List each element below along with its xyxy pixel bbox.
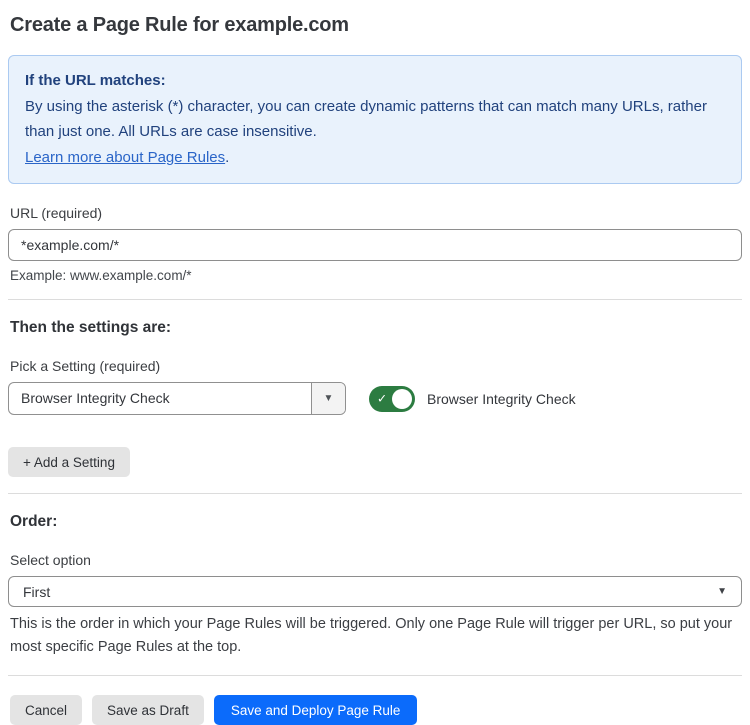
page-title: Create a Page Rule for example.com <box>10 14 740 37</box>
url-field-helper: Example: www.example.com/* <box>10 268 740 283</box>
add-setting-button[interactable]: + Add a Setting <box>8 447 130 477</box>
learn-more-link[interactable]: Learn more about Page Rules <box>25 149 225 166</box>
save-draft-button[interactable]: Save as Draft <box>92 695 204 725</box>
toggle-label: Browser Integrity Check <box>427 391 576 407</box>
info-box-heading: If the URL matches: <box>25 68 725 94</box>
browser-integrity-toggle[interactable]: ✓ <box>369 386 415 412</box>
order-section-heading: Order: <box>10 513 740 531</box>
chevron-down-icon: ▼ <box>717 586 727 597</box>
url-input[interactable] <box>8 229 742 261</box>
info-box-body: By using the asterisk (*) character, you… <box>25 94 725 145</box>
order-select-value: First <box>23 584 50 600</box>
order-helper-text: This is the order in which your Page Rul… <box>10 613 740 659</box>
setting-row: Browser Integrity Check ▼ ✓ Browser Inte… <box>8 382 742 415</box>
link-suffix: . <box>225 149 229 166</box>
check-icon: ✓ <box>377 392 387 404</box>
divider <box>8 299 742 300</box>
cancel-button[interactable]: Cancel <box>10 695 82 725</box>
setting-select-value: Browser Integrity Check <box>9 383 311 414</box>
url-field-label: URL (required) <box>10 205 740 221</box>
setting-select[interactable]: Browser Integrity Check ▼ <box>8 382 346 415</box>
chevron-down-icon: ▼ <box>324 393 334 404</box>
footer-button-row: Cancel Save as Draft Save and Deploy Pag… <box>10 695 742 725</box>
divider <box>8 675 742 676</box>
setting-select-arrow-button[interactable]: ▼ <box>311 383 345 414</box>
setting-picker-label: Pick a Setting (required) <box>10 358 740 374</box>
order-select[interactable]: First ▼ <box>8 576 742 607</box>
settings-section-heading: Then the settings are: <box>10 319 740 337</box>
divider <box>8 493 742 494</box>
url-match-info-box: If the URL matches: By using the asteris… <box>8 55 742 184</box>
toggle-knob <box>392 389 412 409</box>
info-box-link-line: Learn more about Page Rules. <box>25 145 725 171</box>
order-select-label: Select option <box>10 552 740 568</box>
page-rule-form: Create a Page Rule for example.com If th… <box>0 0 750 725</box>
save-deploy-button[interactable]: Save and Deploy Page Rule <box>214 695 418 725</box>
